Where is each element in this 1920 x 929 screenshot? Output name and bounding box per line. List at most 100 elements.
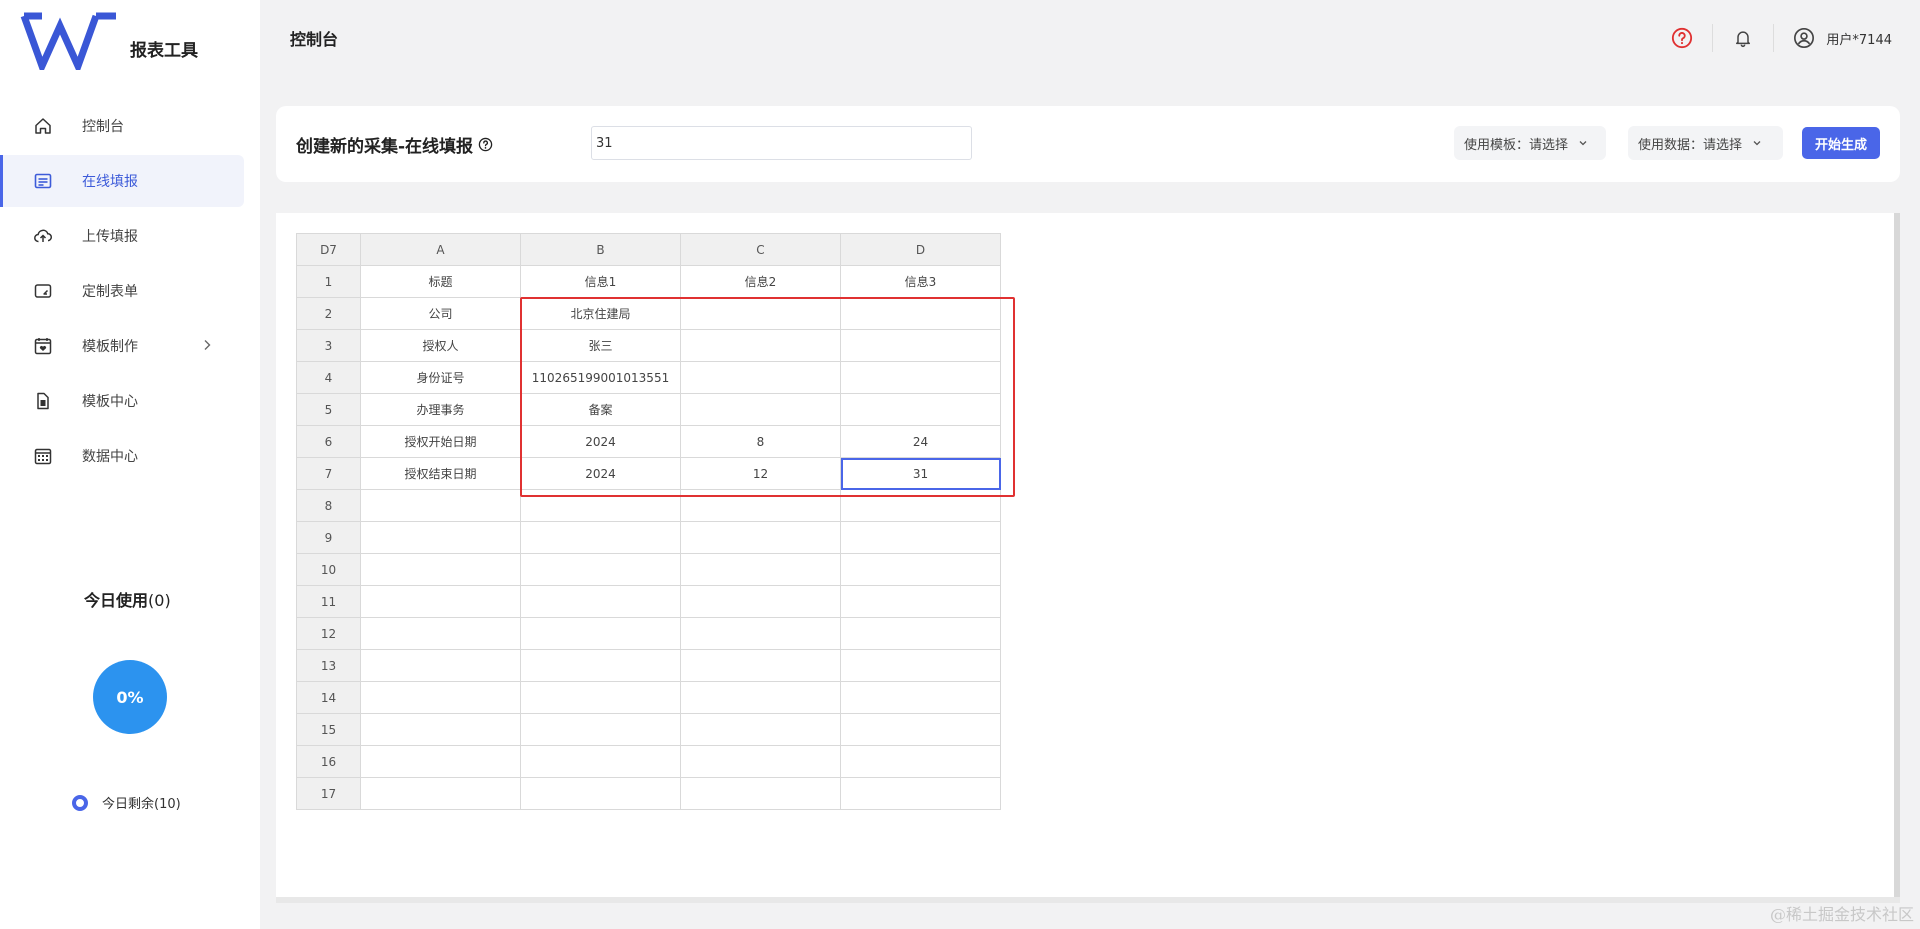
table-cell[interactable] [840,297,1001,330]
sidebar-item[interactable]: 在线填报 [0,155,244,207]
table-cell[interactable] [840,361,1001,394]
data-select[interactable]: 使用数据：请选择 [1628,126,1783,160]
row-header[interactable]: 1 [296,265,361,298]
collection-name-input[interactable] [591,126,972,160]
table-cell[interactable]: 31 [840,457,1001,490]
bell-icon[interactable] [1731,26,1755,50]
table-cell[interactable]: 办理事务 [360,393,521,426]
table-cell[interactable]: 身份证号 [360,361,521,394]
table-cell[interactable] [520,745,681,778]
row-header[interactable]: 16 [296,745,361,778]
row-header[interactable]: 9 [296,521,361,554]
sidebar-item[interactable]: 数据中心 [0,430,244,482]
table-cell[interactable] [360,553,521,586]
sidebar-item[interactable]: 模板制作 [0,320,244,372]
table-cell[interactable] [840,617,1001,650]
table-cell[interactable]: 110265199001013551 [520,361,681,394]
row-header[interactable]: 4 [296,361,361,394]
sidebar-item[interactable]: 模板中心 [0,375,244,427]
row-header[interactable]: 5 [296,393,361,426]
user-avatar-icon[interactable] [1792,26,1816,50]
user-name[interactable]: 用户*7144 [1826,29,1892,48]
table-cell[interactable]: 授权开始日期 [360,425,521,458]
table-cell[interactable] [840,393,1001,426]
help-icon[interactable] [1670,26,1694,50]
table-cell[interactable]: 2024 [520,457,681,490]
table-cell[interactable] [520,777,681,810]
table-cell[interactable] [840,713,1001,746]
sidebar-item[interactable]: 定制表单 [0,265,244,317]
row-header[interactable]: 10 [296,553,361,586]
table-cell[interactable] [680,361,841,394]
row-header[interactable]: 15 [296,713,361,746]
vertical-scrollbar[interactable] [1894,213,1900,897]
table-cell[interactable] [360,745,521,778]
table-cell[interactable]: 北京住建局 [520,297,681,330]
table-cell[interactable] [840,489,1001,522]
table-cell[interactable] [520,489,681,522]
table-cell[interactable] [360,681,521,714]
row-header[interactable]: 7 [296,457,361,490]
table-cell[interactable] [680,649,841,682]
table-cell[interactable]: 公司 [360,297,521,330]
table-cell[interactable] [840,585,1001,618]
row-header[interactable]: 12 [296,617,361,650]
table-cell[interactable]: 2024 [520,425,681,458]
table-cell[interactable] [680,297,841,330]
generate-button[interactable]: 开始生成 [1802,127,1880,159]
table-cell[interactable]: 备案 [520,393,681,426]
table-cell[interactable] [680,777,841,810]
table-cell[interactable] [680,713,841,746]
table-cell[interactable] [680,681,841,714]
table-cell[interactable]: 12 [680,457,841,490]
spreadsheet-grid[interactable]: D7 ABCD 1 标题 信息1 信息2 信息3 2 公司 北京住建局 3 授权人 张三 4 身份证号 1… [296,233,1001,810]
table-cell[interactable] [520,521,681,554]
column-header[interactable]: A [360,233,521,266]
table-cell[interactable]: 信息3 [840,265,1001,298]
table-cell[interactable] [520,713,681,746]
table-cell[interactable] [680,329,841,362]
table-cell[interactable] [840,521,1001,554]
row-header[interactable]: 11 [296,585,361,618]
table-cell[interactable] [840,681,1001,714]
table-cell[interactable]: 8 [680,425,841,458]
table-cell[interactable] [680,553,841,586]
table-cell[interactable] [520,649,681,682]
table-cell[interactable] [360,521,521,554]
table-cell[interactable] [840,649,1001,682]
row-header[interactable]: 17 [296,777,361,810]
table-cell[interactable]: 标题 [360,265,521,298]
table-cell[interactable] [360,489,521,522]
table-cell[interactable] [680,393,841,426]
question-icon[interactable] [478,137,493,152]
table-cell[interactable]: 授权人 [360,329,521,362]
row-header[interactable]: 3 [296,329,361,362]
table-cell[interactable] [520,681,681,714]
column-header[interactable]: D [840,233,1001,266]
table-cell[interactable]: 信息1 [520,265,681,298]
sidebar-item[interactable]: 控制台 [0,100,244,152]
table-cell[interactable] [520,617,681,650]
table-cell[interactable]: 24 [840,425,1001,458]
table-cell[interactable] [840,745,1001,778]
table-cell[interactable] [680,489,841,522]
table-cell[interactable] [840,553,1001,586]
table-cell[interactable] [360,617,521,650]
table-cell[interactable] [520,553,681,586]
row-header[interactable]: 14 [296,681,361,714]
table-cell[interactable] [680,521,841,554]
app-logo[interactable]: 报表工具 [20,12,198,70]
table-cell[interactable]: 张三 [520,329,681,362]
row-header[interactable]: 13 [296,649,361,682]
row-header[interactable]: 2 [296,297,361,330]
table-cell[interactable] [680,745,841,778]
table-cell[interactable] [520,585,681,618]
sidebar-item[interactable]: 上传填报 [0,210,244,262]
table-cell[interactable]: 信息2 [680,265,841,298]
table-cell[interactable] [360,649,521,682]
row-header[interactable]: 6 [296,425,361,458]
table-cell[interactable]: 授权结束日期 [360,457,521,490]
table-cell[interactable] [360,585,521,618]
column-header[interactable]: B [520,233,681,266]
table-cell[interactable] [360,713,521,746]
